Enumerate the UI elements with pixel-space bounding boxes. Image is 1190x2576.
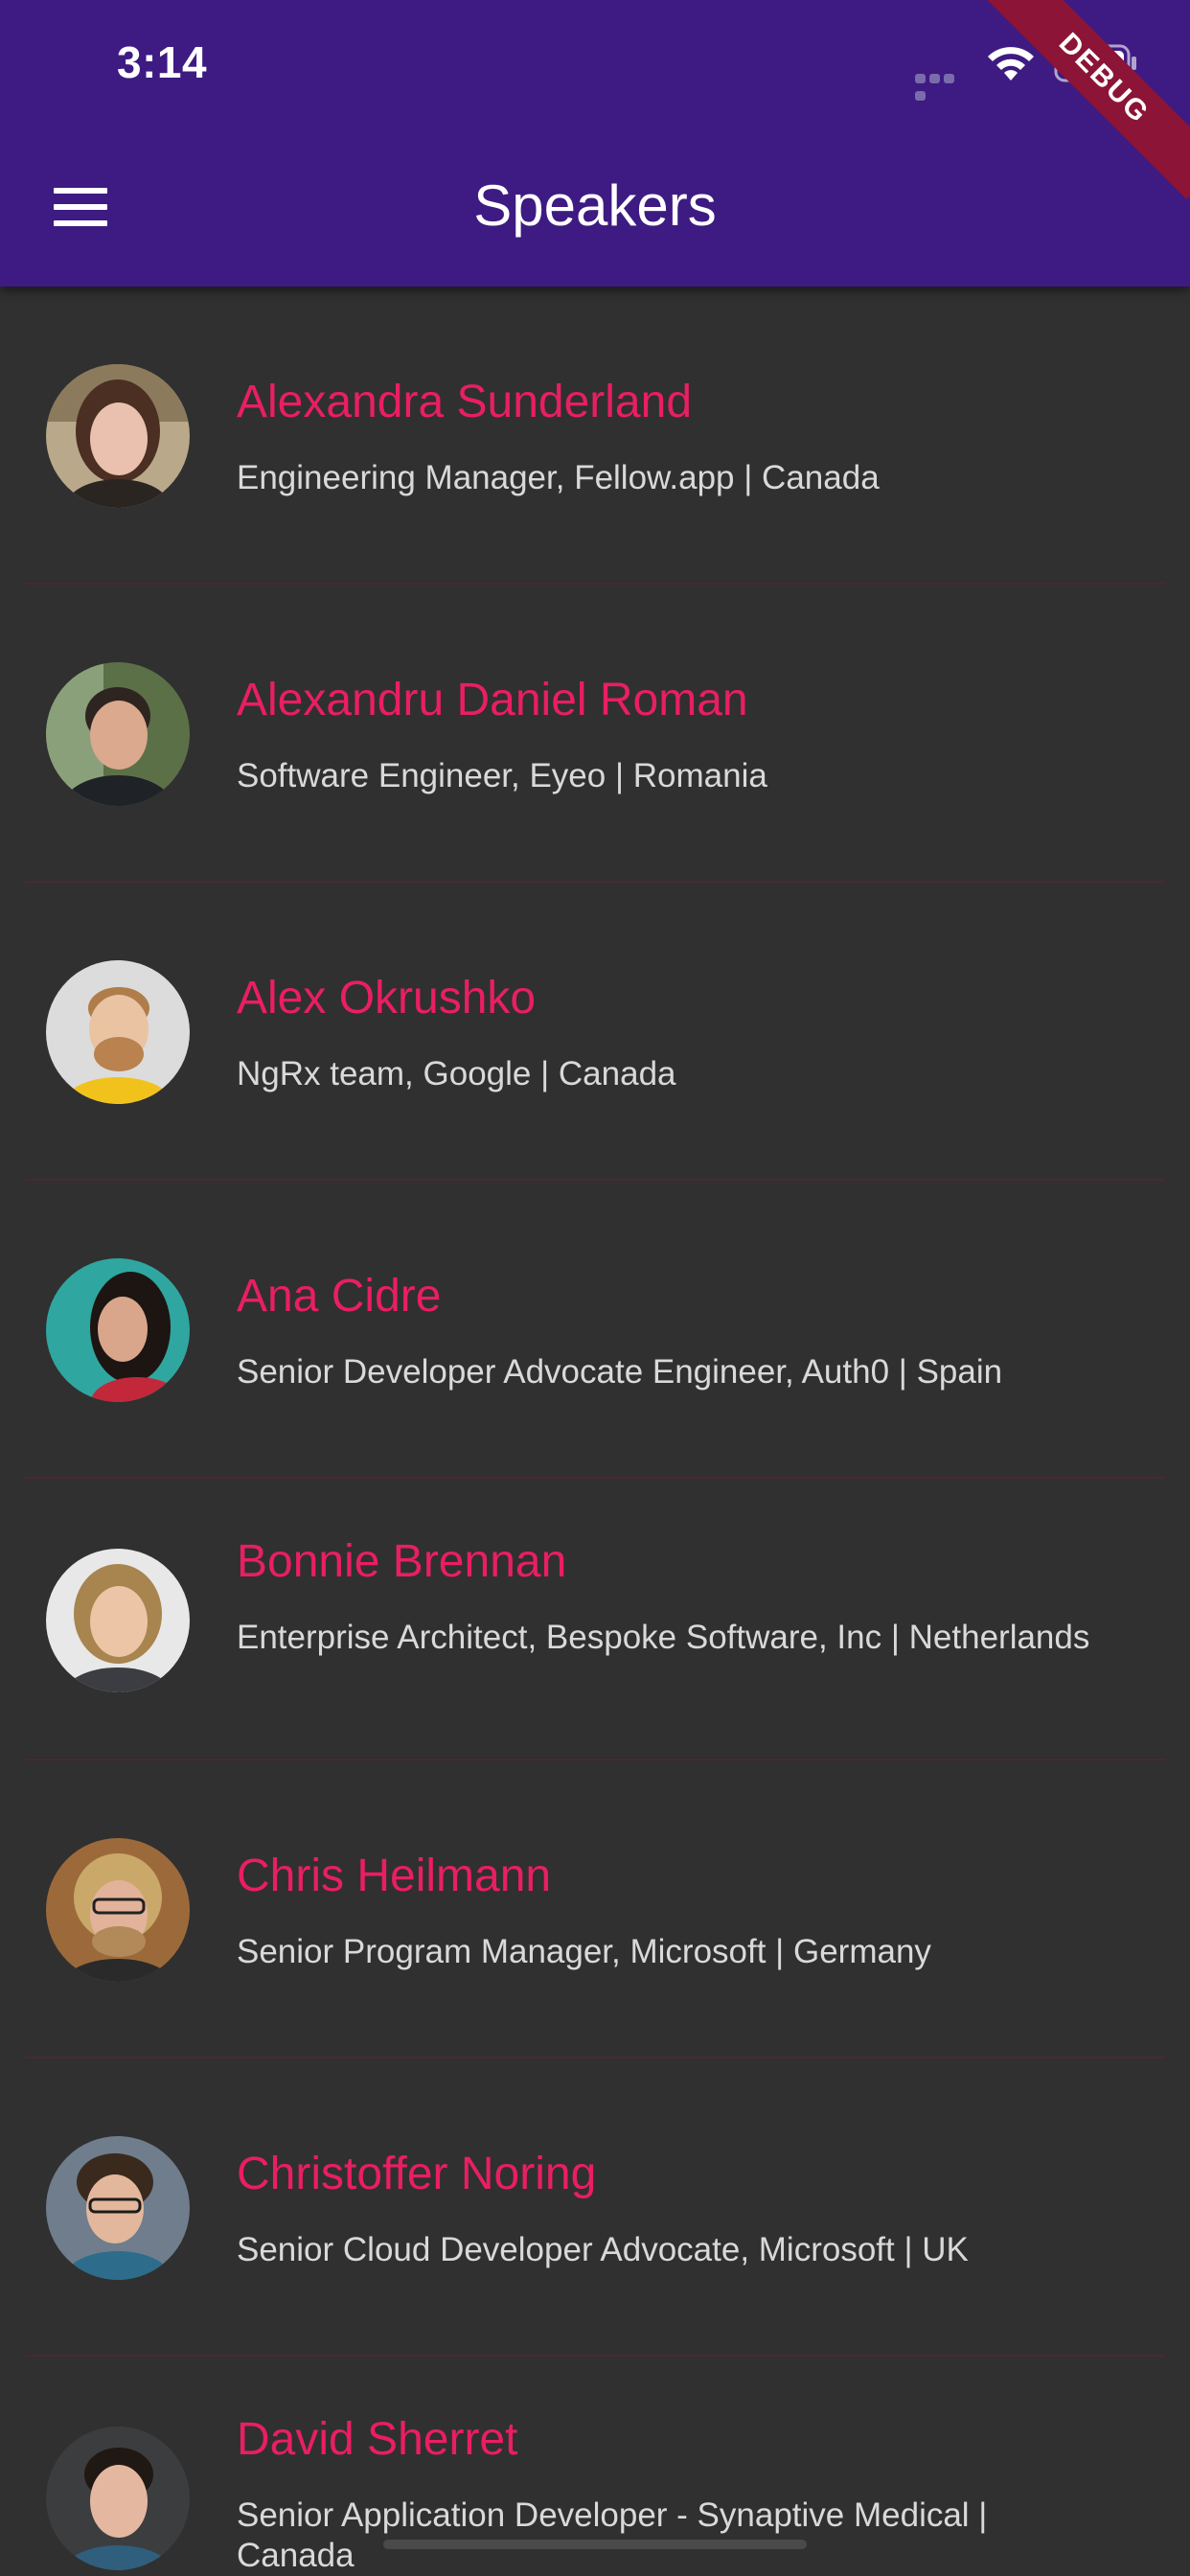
speaker-name: Chris Heilmann bbox=[237, 1851, 552, 1901]
speaker-list-item[interactable]: Ana Cidre Senior Developer Advocate Engi… bbox=[0, 1181, 1190, 1479]
speaker-avatar bbox=[46, 2426, 190, 2570]
page-title: Speakers bbox=[473, 173, 717, 238]
cellular-signal-icon bbox=[915, 71, 969, 101]
speaker-name: Christoffer Noring bbox=[237, 2149, 597, 2199]
speaker-avatar bbox=[46, 1838, 190, 1982]
speaker-subtitle: Senior Program Manager, Microsoft | Germ… bbox=[237, 1933, 931, 1970]
speaker-subtitle: Senior Developer Advocate Engineer, Auth… bbox=[237, 1353, 1003, 1391]
speaker-avatar bbox=[46, 960, 190, 1104]
app-bar: 3:14 Speakers bbox=[0, 0, 1190, 287]
speaker-subtitle: Software Engineer, Eyeo | Romania bbox=[237, 757, 767, 794]
speaker-avatar bbox=[46, 364, 190, 508]
speaker-name: Alex Okrushko bbox=[237, 973, 537, 1024]
speaker-list-item[interactable]: Bonnie Brennan Enterprise Architect, Bes… bbox=[0, 1479, 1190, 1760]
speaker-name: Bonnie Brennan bbox=[237, 1536, 567, 1587]
speaker-avatar bbox=[46, 2136, 190, 2280]
speaker-subtitle: NgRx team, Google | Canada bbox=[237, 1055, 676, 1092]
speaker-list-item[interactable]: Alexandru Daniel Roman Software Engineer… bbox=[0, 585, 1190, 883]
speaker-avatar bbox=[46, 1549, 190, 1692]
speaker-subtitle: Senior Cloud Developer Advocate, Microso… bbox=[237, 2231, 969, 2268]
speaker-name: David Sherret bbox=[237, 2414, 518, 2465]
status-bar-time: 3:14 bbox=[117, 37, 208, 87]
speaker-avatar bbox=[46, 1258, 190, 1402]
speaker-list-item[interactable]: Chris Heilmann Senior Program Manager, M… bbox=[0, 1760, 1190, 2058]
speaker-name: Alexandra Sunderland bbox=[237, 377, 693, 427]
speaker-list-item[interactable]: Christoffer Noring Senior Cloud Develope… bbox=[0, 2058, 1190, 2357]
speaker-avatar bbox=[46, 662, 190, 806]
speaker-name: Alexandru Daniel Roman bbox=[237, 675, 748, 725]
battery-icon bbox=[1054, 44, 1136, 82]
speaker-list: Alexandra Sunderland Engineering Manager… bbox=[0, 287, 1190, 2576]
speaker-subtitle: Senior Application Developer - Synaptive… bbox=[237, 2496, 988, 2574]
speaker-list-item[interactable]: Alex Okrushko NgRx team, Google | Canada bbox=[0, 883, 1190, 1181]
speaker-subtitle: Engineering Manager, Fellow.app | Canada bbox=[237, 459, 880, 496]
speaker-subtitle: Enterprise Architect, Bespoke Software, … bbox=[237, 1619, 1090, 1656]
home-indicator[interactable] bbox=[383, 2540, 807, 2549]
speakers-screen: 3:14 Speakers DEBUG Alexandra Sunderland… bbox=[0, 0, 1190, 2576]
wifi-icon bbox=[988, 47, 1034, 80]
speaker-name: Ana Cidre bbox=[237, 1271, 442, 1322]
speaker-list-item[interactable]: Alexandra Sunderland Engineering Manager… bbox=[0, 287, 1190, 585]
